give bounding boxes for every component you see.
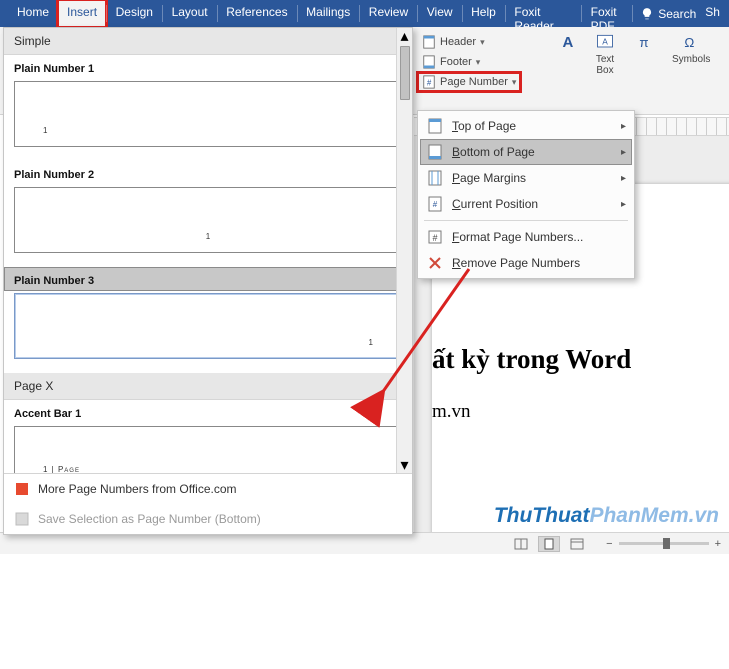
gallery-item-title: Plain Number 3	[4, 267, 412, 291]
svg-text:A: A	[602, 37, 608, 47]
gallery-item-accent-bar-1[interactable]: Accent Bar 1 1 | Page	[4, 400, 412, 473]
gallery-scrollbar[interactable]: ▴ ▾	[396, 28, 412, 473]
svg-text:#: #	[432, 233, 437, 243]
wordart-icon: A	[560, 31, 580, 53]
tab-design[interactable]: Design	[107, 0, 162, 27]
office-icon	[14, 481, 30, 497]
scroll-up-button[interactable]: ▴	[397, 28, 412, 44]
search-placeholder: Search	[658, 7, 696, 21]
equation-icon: π	[636, 31, 656, 53]
tab-foxit-reader-pdf[interactable]: Foxit Reader PDF	[505, 0, 581, 27]
symbols-button[interactable]: Ω Symbols	[672, 31, 710, 65]
text-box-button[interactable]: A Text Box	[595, 31, 615, 76]
svg-text:#: #	[427, 79, 432, 88]
wordart-split[interactable]: A	[560, 31, 580, 53]
menu-remove-page-numbers[interactable]: Remove Page Numbers	[420, 250, 632, 276]
current-position-icon: #	[427, 196, 443, 212]
gallery-section-simple: Simple	[4, 28, 412, 55]
svg-text:Ω: Ω	[685, 35, 695, 50]
share-button[interactable]: Sh	[696, 0, 729, 27]
zoom-out-button[interactable]: −	[606, 538, 612, 550]
read-mode-button[interactable]	[510, 536, 532, 552]
more-page-numbers-label: More Page Numbers from Office.com	[38, 482, 237, 496]
scroll-down-button[interactable]: ▾	[397, 457, 412, 473]
gallery-item-title: Plain Number 2	[4, 161, 412, 185]
ribbon-tabs: Home Insert Design Layout References Mai…	[0, 0, 729, 27]
page-number-dropdown[interactable]: # Page Number▾	[418, 73, 520, 91]
page-margins-icon	[427, 170, 443, 186]
remove-page-numbers-label: Remove Page Numbers	[452, 256, 626, 270]
save-selection-label: Save Selection as Page Number (Bottom)	[38, 512, 261, 526]
remove-numbers-icon	[427, 255, 443, 271]
text-box-label: Text Box	[596, 54, 614, 76]
gallery-item-plain-2[interactable]: Plain Number 2 1	[4, 161, 412, 253]
tab-references[interactable]: References	[217, 0, 296, 27]
print-layout-button[interactable]	[538, 536, 560, 552]
menu-current-position[interactable]: # Current Position▸	[420, 191, 632, 217]
page-number-gallery: Simple Plain Number 1 1 Plain Number 2 1…	[3, 27, 413, 535]
tab-review[interactable]: Review	[360, 0, 417, 27]
symbol-icon: Ω	[681, 31, 701, 53]
footer-label: Footer	[440, 56, 472, 68]
svg-text:#: #	[433, 200, 438, 209]
more-page-numbers[interactable]: More Page Numbers from Office.com	[4, 474, 412, 504]
tab-home[interactable]: Home	[8, 0, 58, 27]
gallery-item-title: Plain Number 1	[4, 55, 412, 79]
header-dropdown[interactable]: Header▾	[418, 33, 520, 51]
symbols-label: Symbols	[672, 54, 710, 65]
equation-split[interactable]: π	[636, 31, 656, 53]
menu-top-of-page[interactable]: Top of Page▸	[420, 113, 632, 139]
top-of-page-icon	[427, 118, 443, 134]
doc-heading-fragment: ất kỳ trong Word	[432, 344, 729, 375]
save-selection-page-number: Save Selection as Page Number (Bottom)	[4, 504, 412, 534]
tab-mailings[interactable]: Mailings	[297, 0, 359, 27]
page-number-label: Page Number	[440, 76, 508, 88]
header-icon	[422, 35, 436, 49]
tab-view[interactable]: View	[418, 0, 462, 27]
zoom-slider[interactable]	[619, 542, 709, 545]
tab-insert[interactable]: Insert	[58, 0, 106, 27]
gallery-item-title: Accent Bar 1	[4, 400, 412, 424]
doc-line-fragment: m.vn	[432, 401, 729, 423]
tab-foxit-pdf[interactable]: Foxit PDF	[582, 0, 632, 27]
format-page-numbers-label: Format Page Numbers...	[452, 230, 626, 244]
header-label: Header	[440, 36, 476, 48]
tell-me-search[interactable]: Search	[632, 0, 696, 27]
page-number-icon: #	[422, 75, 436, 89]
page-number-menu: Top of Page▸ Bottom of Page▸ Page Margin…	[417, 110, 635, 279]
menu-format-page-numbers[interactable]: # Format Page Numbers...	[420, 224, 632, 250]
tab-layout[interactable]: Layout	[163, 0, 217, 27]
format-numbers-icon: #	[427, 229, 443, 245]
menu-bottom-of-page[interactable]: Bottom of Page▸	[420, 139, 632, 165]
status-bar: − +	[0, 532, 729, 554]
menu-page-margins[interactable]: Page Margins▸	[420, 165, 632, 191]
text-box-icon: A	[595, 31, 615, 53]
lightbulb-icon	[640, 7, 654, 21]
web-layout-button[interactable]	[566, 536, 588, 552]
tab-help[interactable]: Help	[462, 0, 505, 27]
svg-text:π: π	[639, 35, 648, 50]
footer-icon	[422, 55, 436, 69]
bottom-of-page-icon	[427, 144, 443, 160]
header-footer-group: Header▾ Footer▾ # Page Number▾	[414, 27, 524, 97]
gallery-item-plain-1[interactable]: Plain Number 1 1	[4, 55, 412, 147]
zoom-in-button[interactable]: +	[715, 538, 721, 550]
svg-text:A: A	[563, 34, 574, 51]
footer-dropdown[interactable]: Footer▾	[418, 53, 520, 71]
gallery-item-plain-3[interactable]: Plain Number 3 1	[4, 267, 412, 359]
save-icon	[14, 511, 30, 527]
scroll-thumb[interactable]	[400, 46, 410, 100]
gallery-section-pagex: Page X	[4, 373, 412, 400]
